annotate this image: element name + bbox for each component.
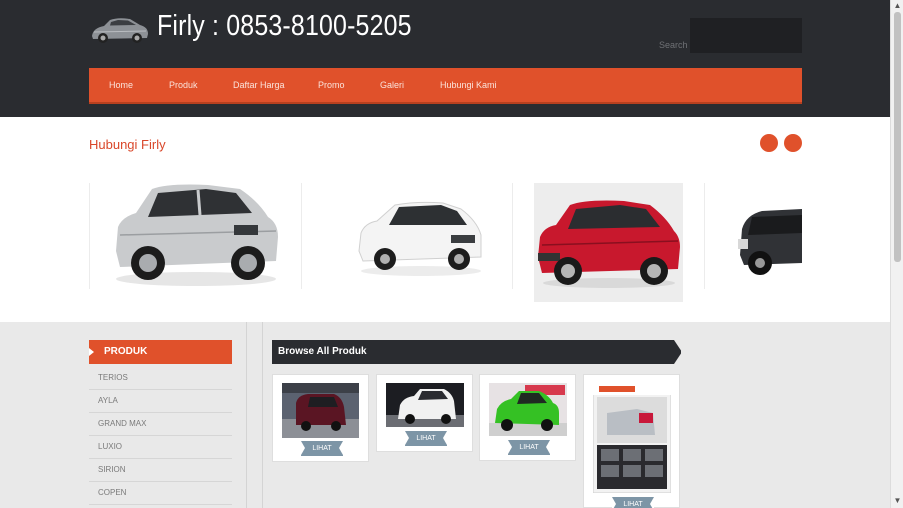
- site-header: Firly : 0853-8100-5205 Search Home Produ…: [0, 0, 890, 117]
- sidebar-item-label: LUXIO: [98, 442, 123, 451]
- lihat-button[interactable]: LIHAT: [405, 431, 447, 446]
- slider-next-button[interactable]: [784, 134, 802, 152]
- sidebar-item-ayla[interactable]: AYLA: [89, 390, 232, 413]
- product-white-suv-image[interactable]: [386, 383, 464, 427]
- product-brochure-image[interactable]: [593, 383, 671, 493]
- nav-item-home[interactable]: Home: [109, 68, 133, 102]
- sidebar-heading-label: PRODUK: [104, 346, 148, 357]
- nav-item-produk[interactable]: Produk: [169, 68, 198, 102]
- sidebar-item-label: GRAND MAX: [98, 419, 147, 428]
- lihat-button[interactable]: LIHAT: [508, 440, 550, 455]
- sidebar-item-luxio[interactable]: LUXIO: [89, 436, 232, 459]
- search-input[interactable]: [690, 18, 802, 53]
- lihat-button[interactable]: LIHAT: [612, 497, 654, 508]
- slider-prev-button[interactable]: [760, 134, 778, 152]
- nav-item-daftar-harga[interactable]: Daftar Harga: [233, 68, 285, 102]
- slide-white-mpv-image[interactable]: [355, 199, 487, 279]
- slide-divider: [704, 183, 705, 289]
- vertical-scrollbar[interactable]: ▲ ▼: [890, 0, 903, 508]
- sidebar-item-sirion[interactable]: SIRION: [89, 459, 232, 482]
- slide-divider: [301, 183, 302, 289]
- featured-slider: Hubungi Firly: [0, 117, 890, 322]
- scroll-up-icon[interactable]: ▲: [893, 1, 902, 11]
- nav-item-promo[interactable]: Promo: [318, 68, 345, 102]
- heading-marker-icon: [89, 348, 94, 356]
- product-card[interactable]: LIHAT: [376, 374, 473, 452]
- slide-silver-suv-image[interactable]: [108, 179, 284, 289]
- heading-notch: [674, 340, 682, 364]
- sidebar-heading: PRODUK: [89, 340, 232, 364]
- product-maroon-van-image[interactable]: [282, 383, 359, 438]
- nav-item-hubungi-kami[interactable]: Hubungi Kami: [440, 68, 497, 102]
- sidebar-item-label: COPEN: [98, 488, 127, 497]
- product-card[interactable]: LIHAT: [583, 374, 680, 508]
- slide-divider: [512, 183, 513, 289]
- products-heading-label: Browse All Produk: [278, 346, 367, 357]
- sidebar-item-label: TERIOS: [98, 373, 128, 382]
- scrollbar-thumb[interactable]: [894, 12, 901, 262]
- product-green-hatchback-image[interactable]: [489, 383, 567, 436]
- content-area: PRODUK TERIOS AYLA GRAND MAX LUXIO SIRIO…: [0, 322, 890, 508]
- slider-title: Hubungi Firly: [89, 137, 166, 152]
- products-heading: Browse All Produk: [272, 340, 682, 364]
- lihat-button[interactable]: LIHAT: [301, 441, 343, 456]
- sidebar-item-copen[interactable]: COPEN: [89, 482, 232, 505]
- sidebar-item-terios[interactable]: TERIOS: [89, 367, 232, 390]
- slide-black-hatchback-image[interactable]: [738, 195, 802, 279]
- slide-red-suv-image[interactable]: [534, 193, 683, 293]
- main-nav: Home Produk Daftar Harga Promo Galeri Hu…: [89, 68, 802, 104]
- car-logo-icon[interactable]: [90, 14, 150, 46]
- column-divider: [262, 322, 263, 508]
- product-card[interactable]: LIHAT: [272, 374, 369, 462]
- site-title[interactable]: Firly : 0853-8100-5205: [157, 10, 412, 43]
- slide-divider: [89, 183, 90, 289]
- product-card[interactable]: LIHAT: [479, 374, 576, 461]
- sidebar-item-grand-max[interactable]: GRAND MAX: [89, 413, 232, 436]
- column-divider: [246, 322, 247, 508]
- sidebar-item-label: AYLA: [98, 396, 118, 405]
- nav-item-galeri[interactable]: Galeri: [380, 68, 404, 102]
- page: Firly : 0853-8100-5205 Search Home Produ…: [0, 0, 890, 508]
- sidebar-item-label: SIRION: [98, 465, 126, 474]
- scroll-down-icon[interactable]: ▼: [893, 496, 902, 506]
- search-label: Search: [659, 40, 688, 50]
